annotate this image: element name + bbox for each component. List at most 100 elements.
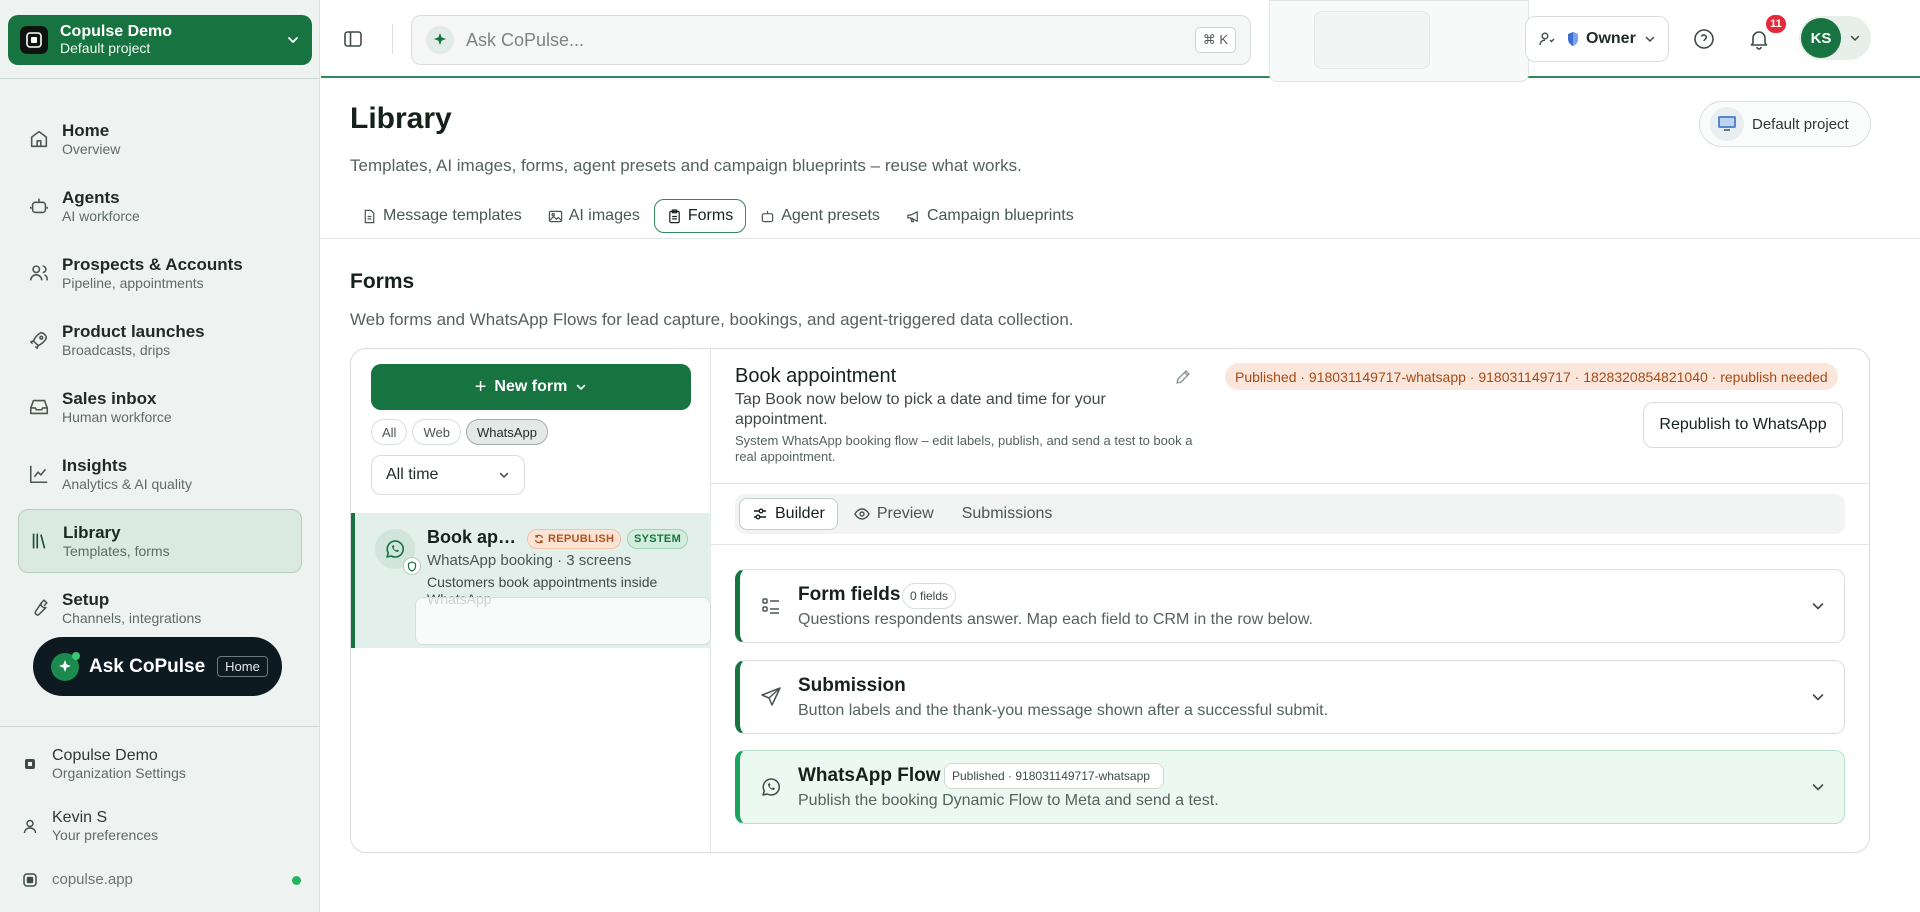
- sidebar-item-label: Insights: [62, 455, 128, 475]
- sidebar-item-setup[interactable]: Setup Channels, integrations: [18, 576, 302, 640]
- help-button[interactable]: [1692, 27, 1716, 51]
- tab-label: Campaign blueprints: [926, 207, 1074, 224]
- ask-copulse-label: Ask CoPulse: [89, 655, 206, 677]
- sidebar-item-insights[interactable]: Insights Analytics & AI quality: [18, 442, 302, 506]
- bot-icon: [29, 198, 49, 214]
- chevron-down-icon: [288, 37, 298, 44]
- notification-count-badge: 11: [1766, 15, 1786, 33]
- footer-user-sub: Your preferences: [52, 827, 159, 843]
- sparkle-icon: [426, 26, 454, 54]
- chart-icon: [29, 465, 48, 484]
- bot-icon: [761, 210, 774, 222]
- tab-forms[interactable]: Forms: [653, 199, 747, 233]
- tab-submissions[interactable]: Submissions: [950, 498, 1065, 530]
- online-dot: [72, 651, 80, 660]
- tab-label: Forms: [687, 207, 734, 224]
- role-label: Owner: [1586, 30, 1636, 47]
- bell-icon: [1750, 31, 1768, 50]
- sidebar-toggle-icon: [344, 31, 362, 47]
- footer-org-name: Copulse Demo: [52, 747, 158, 764]
- republish-badge-label: REPUBLISH: [548, 533, 615, 545]
- tab-label: Submissions: [961, 505, 1053, 522]
- form-fields-section[interactable]: Form fields 0 fields Questions responden…: [735, 569, 1845, 643]
- flow-status-badge: Published · 918031149717-whatsapp: [944, 763, 1164, 789]
- sliders-icon: [754, 508, 766, 520]
- tab-preview[interactable]: Preview: [842, 498, 946, 530]
- pencil-icon[interactable]: [1173, 367, 1193, 387]
- section-subtitle: Web forms and WhatsApp Flows for lead ca…: [350, 310, 1074, 329]
- form-list-item[interactable]: Book appointment REPUBLISH SYSTEM WhatsA…: [351, 513, 711, 648]
- time-filter-value: All time: [386, 466, 439, 483]
- org-switcher[interactable]: Copulse Demo Default project: [8, 15, 312, 65]
- submission-section[interactable]: Submission Button labels and the thank-y…: [735, 660, 1845, 734]
- tab-message-templates[interactable]: Message templates: [350, 199, 534, 233]
- sidebar-item-prospects[interactable]: Prospects & Accounts Pipeline, appointmen…: [18, 241, 302, 305]
- role-switcher[interactable]: Owner: [1525, 16, 1669, 62]
- section-title: Submission: [798, 675, 906, 696]
- sidebar-item-library[interactable]: Library Templates, forms: [18, 509, 302, 573]
- clipboard-icon: [669, 208, 680, 223]
- user-icon: [23, 819, 37, 834]
- library-tabs: Message templates AI images Forms Agent …: [350, 199, 1088, 233]
- tab-campaign-blueprints[interactable]: Campaign blueprints: [894, 199, 1086, 233]
- ask-search-bar[interactable]: ⌘ K: [411, 15, 1251, 65]
- section-description: Publish the booking Dynamic Flow to Meta…: [798, 792, 1219, 809]
- search-input[interactable]: [466, 29, 1195, 51]
- tab-agent-presets[interactable]: Agent presets: [748, 199, 892, 233]
- chevron-down-icon: [1645, 36, 1655, 43]
- sidebar-item-sales-inbox[interactable]: Sales inbox Human workforce: [18, 375, 302, 439]
- project-label: Default project: [1752, 115, 1849, 133]
- section-description: Questions respondents answer. Map each f…: [798, 611, 1313, 628]
- sidebar-item-sublabel: AI workforce: [62, 207, 140, 224]
- time-filter-select[interactable]: All time: [371, 455, 525, 495]
- notifications-button[interactable]: [1747, 27, 1771, 51]
- ask-copulse-button[interactable]: Ask CoPulse Home: [33, 637, 282, 696]
- sidebar-item-product-launches[interactable]: Product launches Broadcasts, drips: [18, 308, 302, 372]
- tab-label: Builder: [775, 505, 825, 522]
- tab-builder[interactable]: Builder: [739, 498, 838, 530]
- filter-chip-web[interactable]: Web: [412, 419, 461, 445]
- chevron-down-icon: [1812, 694, 1824, 701]
- connection-status-dot: [292, 876, 301, 885]
- sidebar-item-sublabel: Broadcasts, drips: [62, 341, 171, 358]
- sidebar-item-agents[interactable]: Agents AI workforce: [18, 174, 302, 238]
- megaphone-icon: [907, 210, 918, 222]
- channel-filter: All Web WhatsApp: [371, 419, 553, 445]
- new-form-button[interactable]: + New form: [371, 364, 691, 410]
- system-shield-icon: [403, 557, 421, 575]
- detail-title: Book appointment: [735, 365, 897, 387]
- form-name: Book appointment: [427, 527, 519, 547]
- org-name: Copulse Demo: [60, 23, 173, 40]
- app-icon: [23, 872, 37, 887]
- monitor-icon: [1710, 107, 1744, 141]
- publish-status-badge: Published · 918031149717-whatsapp · 9180…: [1225, 363, 1838, 390]
- field-count-badge: 0 fields: [902, 583, 957, 609]
- domain-link[interactable]: copulse.app: [22, 870, 133, 889]
- subtabs-divider: [711, 544, 1869, 545]
- sidebar-divider: [0, 726, 320, 727]
- sidebar-item-home[interactable]: Home Overview: [18, 107, 302, 171]
- sidebar-item-sublabel: Overview: [62, 140, 121, 157]
- tab-label: Preview: [876, 505, 934, 522]
- rocket-icon: [29, 331, 48, 350]
- account-menu[interactable]: KS: [1799, 16, 1871, 60]
- republish-whatsapp-button[interactable]: Republish to WhatsApp: [1643, 402, 1843, 448]
- sparkle-icon: [51, 651, 80, 681]
- home-icon: [30, 130, 48, 148]
- user-preferences-link[interactable]: Kevin S Your preferences: [22, 808, 158, 844]
- org-settings-link[interactable]: Copulse Demo Organization Settings: [22, 746, 186, 782]
- filter-chip-whatsapp[interactable]: WhatsApp: [465, 419, 548, 445]
- detail-divider: [711, 483, 1869, 484]
- filter-chip-all[interactable]: All: [371, 419, 408, 445]
- project-switcher[interactable]: Default project: [1699, 101, 1871, 147]
- file-text-icon: [364, 209, 375, 223]
- chevron-down-icon: [1850, 35, 1860, 42]
- avatar: KS: [1801, 18, 1841, 58]
- tab-ai-images[interactable]: AI images: [536, 199, 652, 233]
- sidebar-item-sublabel: Channels, integrations: [62, 609, 202, 626]
- whatsapp-flow-section[interactable]: WhatsApp Flow Published · 918031149717-w…: [735, 750, 1845, 824]
- section-title: Forms: [350, 270, 415, 293]
- list-icon: [762, 598, 779, 614]
- chevron-down-icon: [576, 384, 586, 391]
- toggle-sidebar-button[interactable]: [340, 26, 366, 52]
